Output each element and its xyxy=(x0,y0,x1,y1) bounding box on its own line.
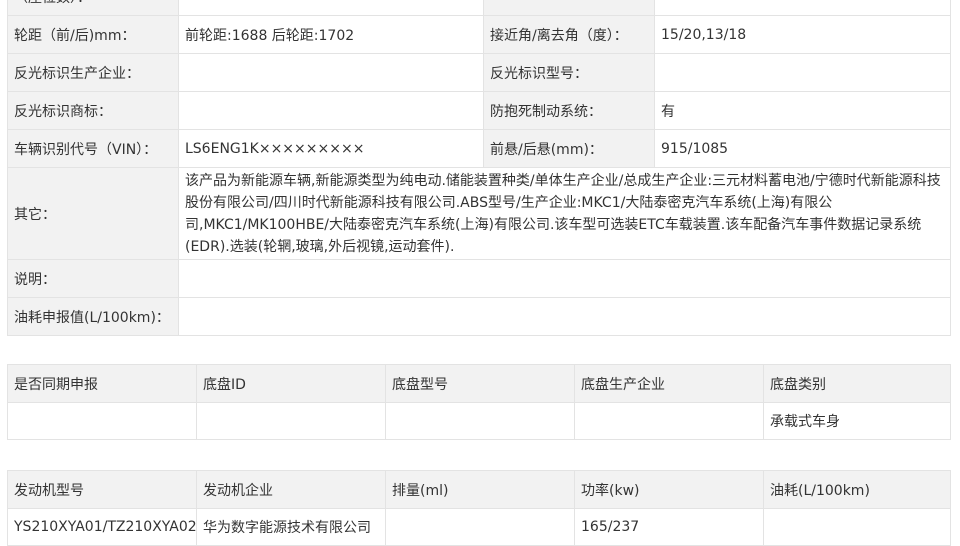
table-cell: 承载式车身 xyxy=(763,402,951,440)
column-header: 排量(ml) xyxy=(385,470,575,509)
fuel-value xyxy=(178,297,951,336)
column-header: 底盘型号 xyxy=(385,364,575,403)
column-header: 油耗(L/100km) xyxy=(763,470,951,509)
other-text: 该产品为新能源车辆,新能源类型为纯电动.储能装置种类/单体生产企业/总成生产企业… xyxy=(178,167,951,260)
vin-label: 车辆识别代号（VIN）： xyxy=(7,129,179,168)
vehicle-params-table: （座位数）： 轮距（前/后)mm： 前轮距:1688 后轮距:1702 接近角/… xyxy=(7,0,951,336)
chassis-table: 是否同期申报 底盘ID 底盘型号 底盘生产企业 底盘类别 承载式车身 xyxy=(7,364,951,440)
abs-label: 防抱死制动系统： xyxy=(483,91,655,130)
engine-table: 发动机型号 发动机企业 排量(ml) 功率(kw) 油耗(L/100km) YS… xyxy=(7,470,951,546)
table-row: 油耗申报值(L/100km)： xyxy=(7,297,951,336)
table-cell xyxy=(196,402,386,440)
abs-value: 有 xyxy=(654,91,951,130)
column-header: 发动机企业 xyxy=(196,470,386,509)
param-value xyxy=(178,0,484,16)
column-header: 功率(kw) xyxy=(574,470,764,509)
table-row: 反光标识商标： 防抱死制动系统： 有 xyxy=(7,91,951,130)
approach-departure-value: 15/20,13/18 xyxy=(654,15,951,54)
column-header: 发动机型号 xyxy=(7,470,197,509)
table-row: 轮距（前/后)mm： 前轮距:1688 后轮距:1702 接近角/离去角（度）：… xyxy=(7,15,951,54)
track-width-value: 前轮距:1688 后轮距:1702 xyxy=(178,15,484,54)
note-label: 说明： xyxy=(7,259,179,298)
table-row: （座位数）： xyxy=(7,0,951,16)
column-header: 底盘生产企业 xyxy=(574,364,764,403)
table-cell xyxy=(385,402,575,440)
reflector-maker-value xyxy=(178,53,484,92)
overhang-label: 前悬/后悬(mm)： xyxy=(483,129,655,168)
table-header-row: 发动机型号 发动机企业 排量(ml) 功率(kw) 油耗(L/100km) xyxy=(7,470,951,509)
table-cell xyxy=(574,402,764,440)
reflector-model-label: 反光标识型号： xyxy=(483,53,655,92)
table-row: 其它： 该产品为新能源车辆,新能源类型为纯电动.储能装置种类/单体生产企业/总成… xyxy=(7,167,951,260)
reflector-brand-value xyxy=(178,91,484,130)
column-header: 是否同期申报 xyxy=(7,364,197,403)
other-label: 其它： xyxy=(7,167,179,260)
reflector-brand-label: 反光标识商标： xyxy=(7,91,179,130)
param-label xyxy=(483,0,655,16)
table-row: 承载式车身 xyxy=(7,402,951,440)
table-row: 车辆识别代号（VIN）： LS6ENG1K××××××××× 前悬/后悬(mm)… xyxy=(7,129,951,168)
param-value xyxy=(654,0,951,16)
overhang-value: 915/1085 xyxy=(654,129,951,168)
track-width-label: 轮距（前/后)mm： xyxy=(7,15,179,54)
table-row: 说明： xyxy=(7,259,951,298)
table-cell xyxy=(7,402,197,440)
table-row: 反光标识生产企业： 反光标识型号： xyxy=(7,53,951,92)
column-header: 底盘ID xyxy=(196,364,386,403)
approach-departure-label: 接近角/离去角（度）： xyxy=(483,15,655,54)
param-label: （座位数）： xyxy=(7,0,179,16)
reflector-maker-label: 反光标识生产企业： xyxy=(7,53,179,92)
column-header: 底盘类别 xyxy=(763,364,951,403)
vin-value: LS6ENG1K××××××××× xyxy=(178,129,484,168)
table-header-row: 是否同期申报 底盘ID 底盘型号 底盘生产企业 底盘类别 xyxy=(7,364,951,403)
note-value xyxy=(178,259,951,298)
fuel-label: 油耗申报值(L/100km)： xyxy=(7,297,179,336)
reflector-model-value xyxy=(654,53,951,92)
